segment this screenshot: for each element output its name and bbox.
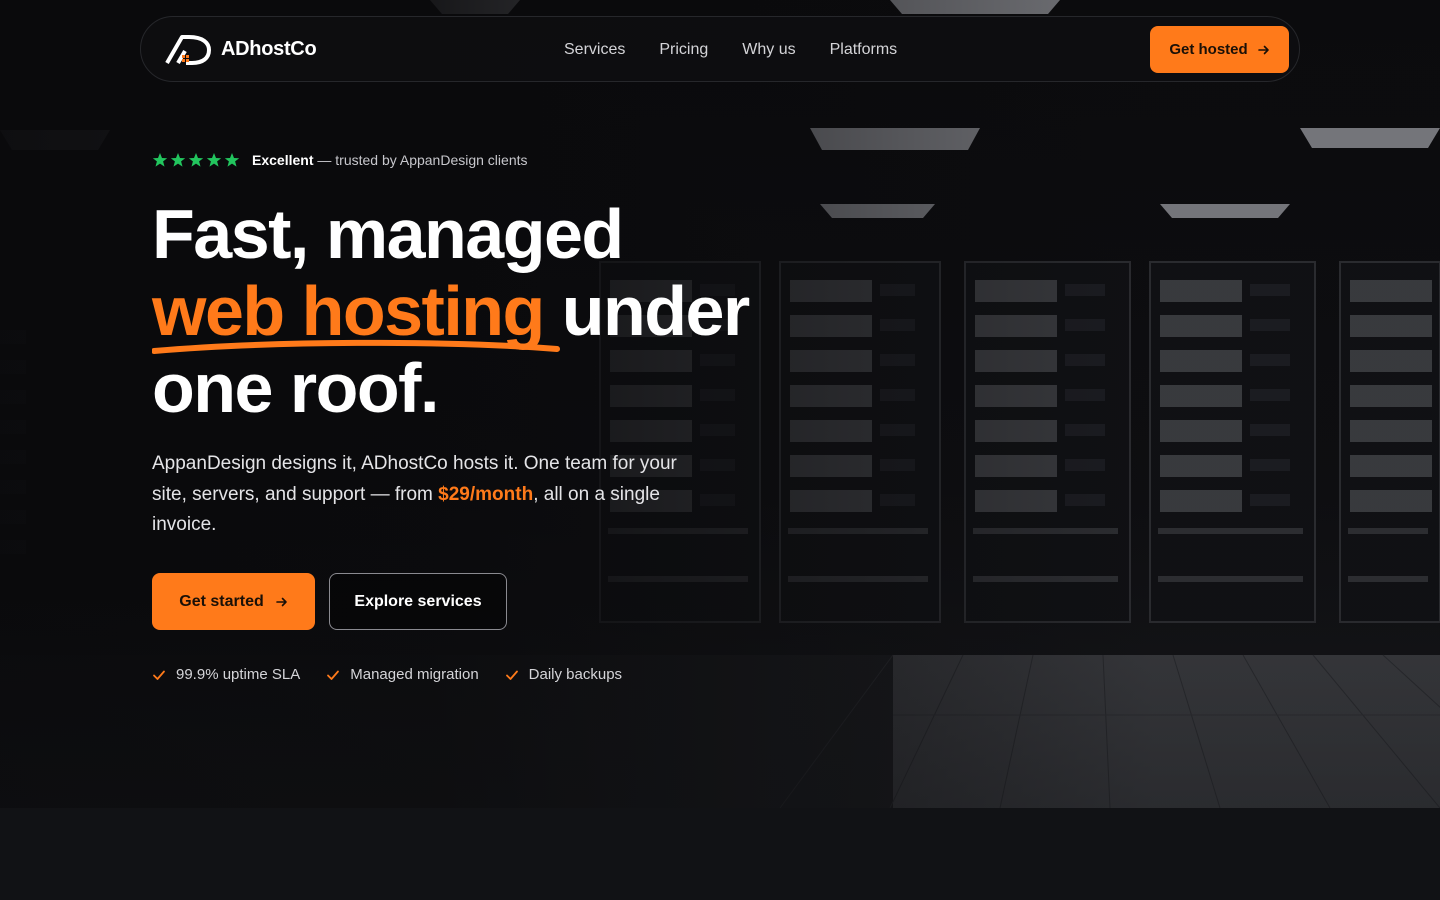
headline-line-2: web hosting under [152, 272, 852, 354]
rating-rest: — trusted by AppanDesign clients [313, 152, 528, 168]
check-icon [505, 670, 518, 680]
rating-text: Excellent — trusted by AppanDesign clien… [252, 152, 528, 168]
page-section-below [0, 808, 1440, 900]
star-rating [152, 152, 240, 168]
headline-line-2-rest: under [543, 272, 750, 350]
star-icon [224, 153, 240, 167]
hero-bottom-overlay [0, 600, 1440, 808]
rating-strong: Excellent [252, 152, 314, 168]
feature-list: 99.9% uptime SLA Managed migration Daily… [152, 666, 622, 683]
top-navbar: ADhostCo Services Pricing Why us Platfor… [140, 16, 1300, 82]
explore-services-button[interactable]: Explore services [329, 573, 507, 630]
price-highlight: $29/month [438, 483, 534, 505]
nav-link-services[interactable]: Services [564, 41, 625, 59]
headline-line-3: one roof. [152, 349, 439, 427]
arrow-right-icon [275, 597, 287, 606]
feature-item: Daily backups [505, 666, 622, 683]
feature-item: 99.9% uptime SLA [152, 666, 300, 683]
feature-label: 99.9% uptime SLA [176, 666, 301, 683]
feature-label: Daily backups [528, 666, 623, 683]
get-started-button[interactable]: Get started [152, 573, 315, 630]
star-icon [152, 153, 168, 167]
nav-link-platforms[interactable]: Platforms [830, 41, 898, 59]
feature-item: Managed migration [326, 666, 479, 683]
accent-underline [152, 339, 560, 354]
check-icon [153, 670, 165, 680]
get-hosted-label: Get hosted [1169, 41, 1248, 58]
brand[interactable]: ADhostCo [165, 33, 317, 65]
check-icon [327, 670, 340, 680]
hero-lead: AppanDesign designs it, ADhostCo hosts i… [152, 449, 682, 541]
arrow-right-icon [1257, 45, 1269, 54]
nav-link-pricing[interactable]: Pricing [659, 41, 708, 59]
nav-link-why-us[interactable]: Why us [742, 41, 795, 59]
headline-line-1: Fast, managed [152, 195, 624, 273]
get-started-label: Get started [179, 592, 264, 610]
star-icon [170, 153, 186, 167]
star-icon [206, 153, 222, 167]
adhostco-logo [165, 35, 211, 65]
hero-headline: Fast, managed web hosting under one roof… [152, 196, 852, 427]
feature-label: Managed migration [350, 666, 479, 683]
explore-services-label: Explore services [354, 592, 482, 610]
headline-accent: web hosting [152, 273, 560, 354]
rating-row: Excellent — trusted by AppanDesign clien… [152, 152, 528, 168]
brand-name: ADhostCo [221, 37, 317, 60]
nav-links: Services Pricing Why us Platforms [564, 17, 897, 83]
get-hosted-button[interactable]: Get hosted [1150, 26, 1289, 73]
star-icon [188, 153, 204, 167]
